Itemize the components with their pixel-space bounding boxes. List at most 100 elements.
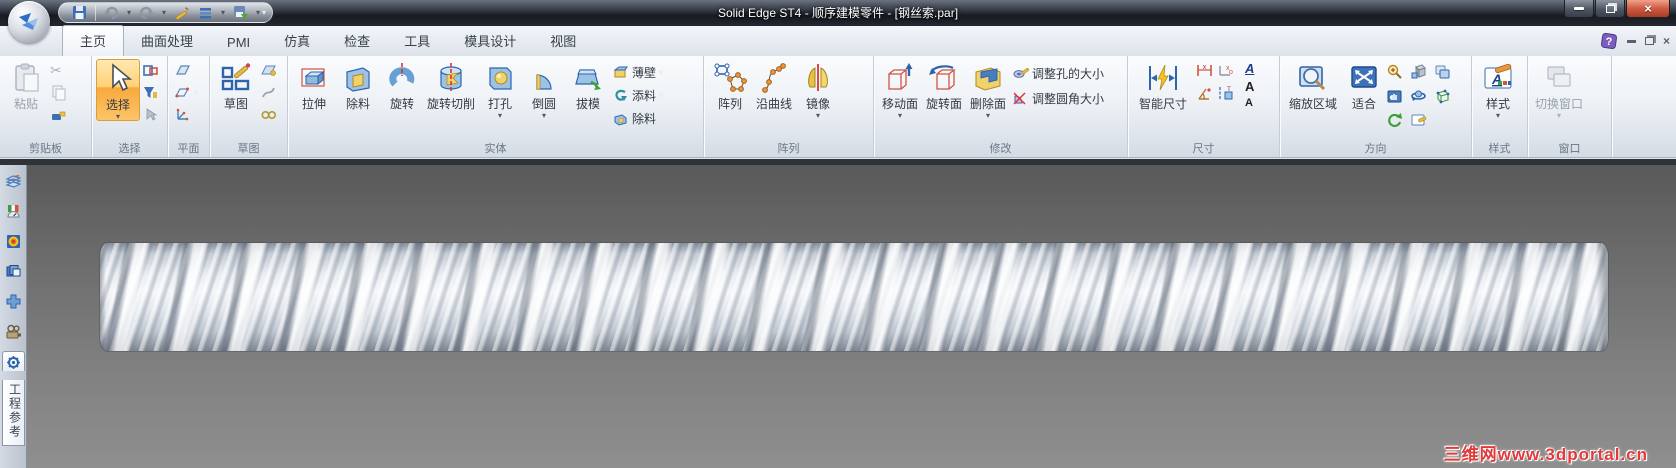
delete-face-label: 删除面 bbox=[969, 97, 1006, 111]
wire-rope-model[interactable] bbox=[100, 243, 1608, 351]
thin-wall-dropdown[interactable]: ▾ bbox=[659, 68, 663, 77]
remove-material-button[interactable]: 除料 ▾ bbox=[612, 110, 663, 127]
text-larger-icon[interactable]: A bbox=[1245, 80, 1254, 93]
paste-button[interactable]: 粘贴 bbox=[4, 59, 48, 112]
tab-surfacing[interactable]: 曲面处理 bbox=[124, 26, 210, 56]
cut-button[interactable]: 除料 bbox=[336, 59, 380, 112]
coordinate-dimension-icon[interactable]: x o bbox=[1217, 62, 1234, 79]
rotate-face-button[interactable]: 旋转面 bbox=[922, 59, 966, 112]
doc-minimize-button[interactable] bbox=[1626, 39, 1636, 43]
add-material-icon bbox=[615, 89, 628, 101]
sketch-3d-icon[interactable] bbox=[260, 84, 277, 101]
deselect-icon[interactable] bbox=[142, 106, 159, 123]
common-views-icon[interactable] bbox=[1410, 63, 1427, 80]
tab-pmi[interactable]: PMI bbox=[210, 30, 267, 56]
dimension-small-buttons: x bbox=[1194, 59, 1215, 105]
pan-icon[interactable] bbox=[1386, 87, 1403, 104]
coordinate-system-icon[interactable] bbox=[174, 106, 191, 123]
doc-restore-button[interactable] bbox=[1644, 37, 1654, 45]
format-painter-icon[interactable] bbox=[50, 106, 67, 123]
group-label-clipboard: 剪贴板 bbox=[29, 143, 62, 155]
text-style-icon[interactable]: A bbox=[1245, 62, 1254, 75]
revolve-button[interactable]: 旋转 bbox=[380, 59, 424, 112]
tab-tools[interactable]: 工具 bbox=[387, 26, 447, 56]
restore-button[interactable] bbox=[1595, 0, 1625, 18]
add-material-dropdown[interactable]: ▾ bbox=[659, 91, 663, 100]
round-dropdown[interactable]: ▾ bbox=[542, 111, 546, 120]
edgebar-tab-family-of-parts[interactable] bbox=[3, 291, 24, 312]
smart-dimension-button[interactable]: 智能尺寸 bbox=[1132, 59, 1194, 112]
help-icon[interactable]: ? bbox=[1600, 32, 1618, 50]
add-material-button[interactable]: 添料 ▾ bbox=[612, 87, 663, 104]
minimize-button[interactable] bbox=[1564, 0, 1594, 18]
select-dropdown[interactable]: ▾ bbox=[116, 112, 120, 121]
close-button[interactable]: × bbox=[1626, 0, 1670, 18]
tab-inspect[interactable]: 检查 bbox=[327, 26, 387, 56]
rotate-view-icon[interactable] bbox=[1410, 87, 1427, 104]
application-button[interactable] bbox=[8, 1, 50, 43]
coincident-plane-icon[interactable] bbox=[174, 62, 191, 79]
tab-view[interactable]: 视图 bbox=[533, 26, 593, 56]
hole-button[interactable]: 打孔 ▾ bbox=[478, 59, 522, 120]
more-planes-dropdown[interactable]: ▾ bbox=[194, 88, 198, 97]
doc-close-button[interactable]: × bbox=[1663, 35, 1670, 47]
zoom-icon[interactable] bbox=[1386, 63, 1403, 80]
extrude-label: 拉伸 bbox=[301, 97, 326, 111]
edgebar-tab-animation[interactable] bbox=[3, 321, 24, 342]
draft-button[interactable]: 拔模 bbox=[566, 59, 610, 112]
delete-face-button[interactable]: 删除面 ▾ bbox=[966, 59, 1010, 120]
resize-holes-button[interactable]: 调整孔的大小 bbox=[1012, 65, 1104, 82]
edgebar-selected-tab-label[interactable]: 工程参考 bbox=[1, 380, 25, 446]
draft-label: 拔模 bbox=[576, 97, 601, 111]
more-planes-icon[interactable] bbox=[174, 84, 191, 101]
resize-rounds-button[interactable]: 调整圆角大小 bbox=[1012, 90, 1104, 107]
symmetric-diameter-icon[interactable]: T bbox=[1217, 85, 1234, 102]
edgebar-tab-engineering-reference[interactable] bbox=[1, 351, 25, 371]
move-face-button[interactable]: 移动面 ▾ bbox=[878, 59, 922, 120]
thin-wall-button[interactable]: 薄壁 ▾ bbox=[612, 64, 663, 81]
tab-mold-design[interactable]: 模具设计 bbox=[447, 26, 533, 56]
cut-icon[interactable]: ✂ bbox=[50, 62, 74, 79]
angle-between-icon[interactable] bbox=[1196, 85, 1213, 102]
copy-icon[interactable] bbox=[50, 84, 67, 101]
edgebar-tab-sensors[interactable] bbox=[3, 201, 24, 222]
graphics-viewport[interactable]: 工程参考 三维网www.3dportal.cn bbox=[0, 159, 1676, 468]
select-button[interactable]: 选择 ▾ bbox=[96, 59, 140, 122]
delete-face-dropdown[interactable]: ▾ bbox=[986, 111, 990, 120]
edgebar-tab-feature-library[interactable] bbox=[3, 261, 24, 282]
mirror-button[interactable]: 镜像 ▾ bbox=[796, 59, 840, 120]
tab-simulation[interactable]: 仿真 bbox=[267, 26, 327, 56]
fit-button[interactable]: 适合 bbox=[1342, 59, 1386, 112]
tab-home[interactable]: 主页 bbox=[62, 25, 125, 56]
format-painter-dropdown[interactable]: ▾ bbox=[70, 110, 74, 119]
style-dropdown[interactable]: ▾ bbox=[1496, 111, 1500, 120]
view-windows-icon[interactable] bbox=[1434, 63, 1451, 80]
round-button[interactable]: 倒圆 ▾ bbox=[522, 59, 566, 120]
revolved-cut-button[interactable]: 旋转切削 bbox=[424, 59, 478, 112]
mirror-dropdown[interactable]: ▾ bbox=[816, 111, 820, 120]
sketch-plane-icon[interactable] bbox=[260, 62, 277, 79]
zoom-area-button[interactable]: 缩放区域 bbox=[1284, 59, 1342, 112]
group-solids: 拉伸 除料 旋转 旋转切削 打孔 ▾ 倒圆 ▾ 拔模 薄壁 ▾ 添料 ▾ 除料 … bbox=[288, 56, 704, 157]
switch-window-button[interactable]: 切换窗口 ▾ bbox=[1532, 59, 1586, 120]
text-smaller-icon[interactable]: A bbox=[1245, 98, 1254, 109]
view-overrides-icon[interactable] bbox=[1410, 111, 1427, 128]
edgebar-tab-simulation-results[interactable] bbox=[3, 231, 24, 252]
box-select-icon[interactable] bbox=[142, 62, 159, 79]
remove-material-dropdown[interactable]: ▾ bbox=[659, 114, 663, 123]
extrude-button[interactable]: 拉伸 bbox=[292, 59, 336, 112]
move-face-dropdown[interactable]: ▾ bbox=[898, 111, 902, 120]
refresh-view-icon[interactable] bbox=[1386, 111, 1403, 128]
select-filter-icon[interactable] bbox=[142, 84, 159, 101]
hole-dropdown[interactable]: ▾ bbox=[498, 111, 502, 120]
close-icon: × bbox=[1644, 1, 1652, 16]
pattern-button[interactable]: 阵列 bbox=[708, 59, 752, 112]
sketch-view-icon[interactable] bbox=[260, 106, 277, 123]
wireframe-box-icon[interactable] bbox=[1434, 87, 1451, 104]
window-controls: × bbox=[1563, 0, 1670, 18]
sketch-button[interactable]: 草图 bbox=[214, 59, 258, 112]
along-curve-button[interactable]: 沿曲线 bbox=[752, 59, 796, 112]
style-button[interactable]: A 样式 ▾ bbox=[1476, 59, 1520, 120]
distance-between-icon[interactable]: x bbox=[1196, 62, 1213, 79]
edgebar-tab-layers[interactable] bbox=[3, 171, 24, 192]
